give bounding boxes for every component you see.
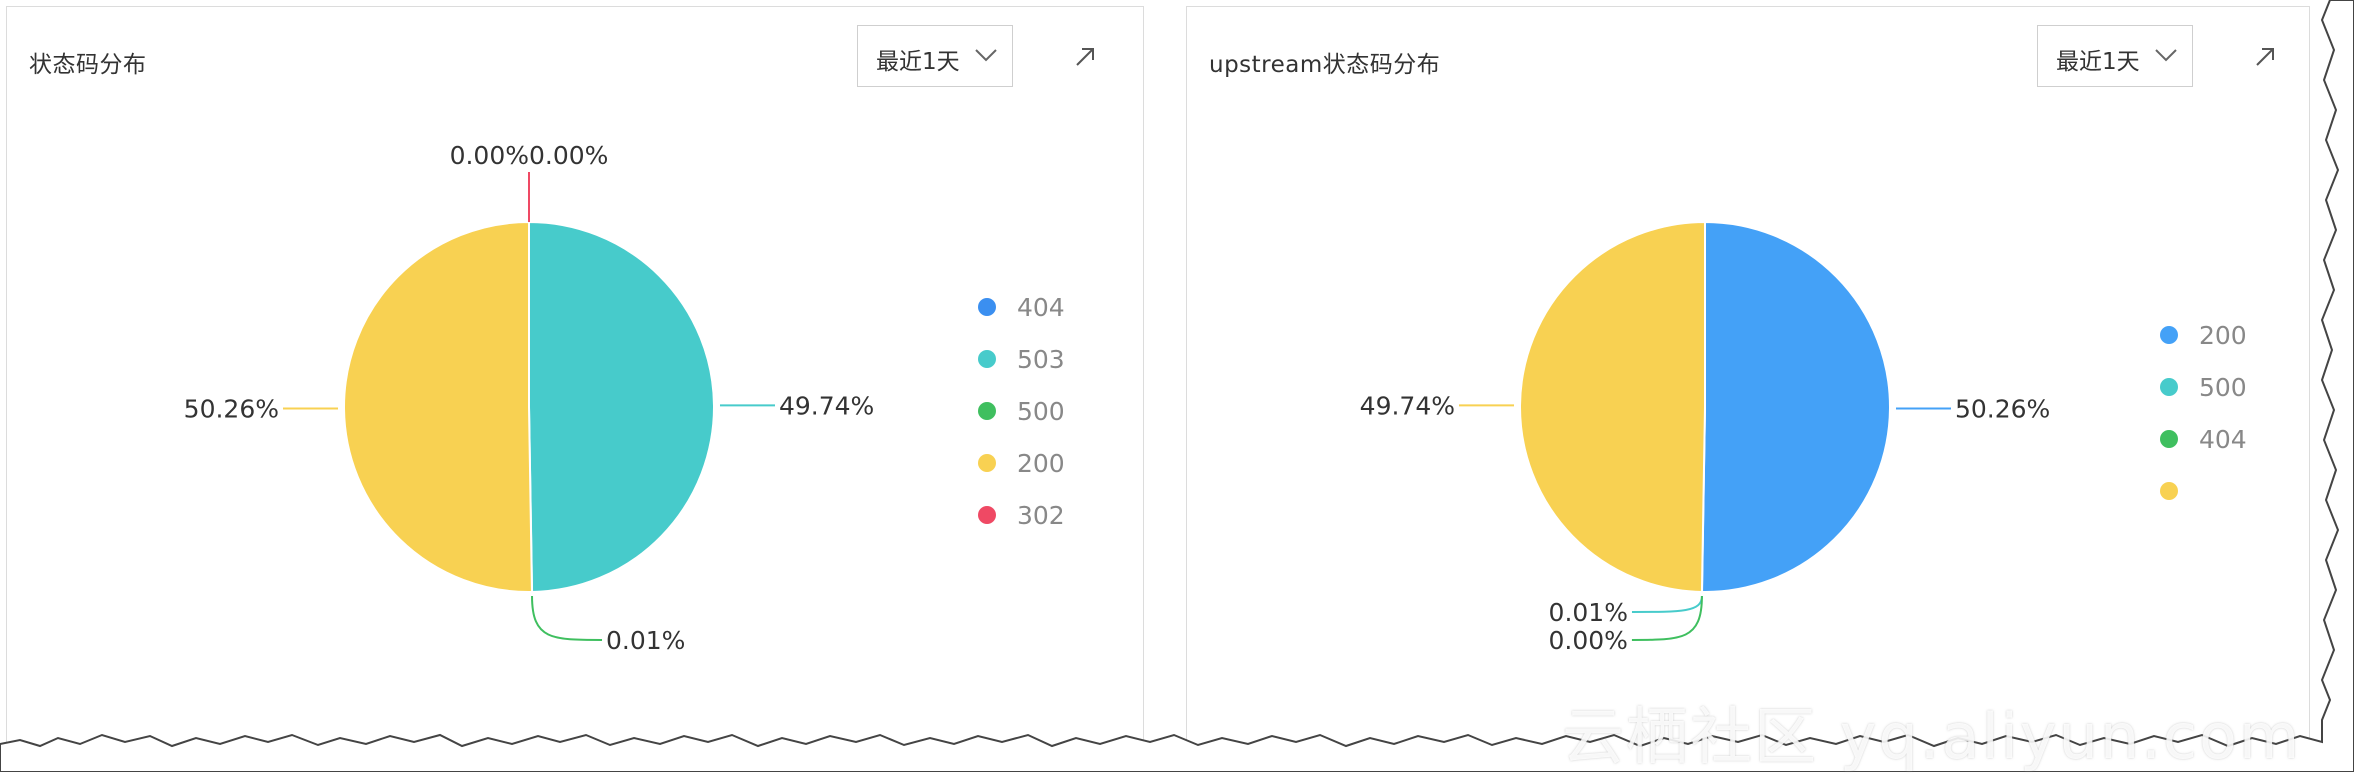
slice-percentage-label: 0.01% — [606, 626, 685, 655]
pie-slice-200[interactable] — [1701, 220, 1892, 593]
legend-marker[interactable] — [978, 454, 996, 472]
slice-percentage-label: 0.00% — [450, 141, 529, 170]
pie-slice-503[interactable] — [528, 220, 715, 593]
legend-marker[interactable] — [978, 298, 996, 316]
legend-marker[interactable] — [978, 506, 996, 524]
slice-percentage-label: 49.74% — [1360, 391, 1455, 420]
legend-label[interactable]: 302 — [1017, 501, 1065, 530]
chart-panel-upstream-status-codes: upstream状态码分布 最近1天 50.26% 49.74% 0.01% 0.00… — [1186, 6, 2310, 766]
legend-label[interactable]: 404 — [2199, 425, 2247, 454]
chart-panel-status-codes: 状态码分布 最近1天 49.74% 50.26% 0.00% 0.01% 0.00% 40… — [6, 6, 1144, 766]
pie-slice-unlabeled[interactable] — [1519, 220, 1706, 593]
legend-marker[interactable] — [978, 402, 996, 420]
legend-label[interactable]: 200 — [2199, 321, 2247, 350]
slice-percentage-label: 49.74% — [779, 391, 874, 420]
legend-marker[interactable] — [2160, 430, 2178, 448]
legend-label[interactable]: 503 — [1017, 345, 1065, 374]
pie-chart-status-codes: 49.74% 50.26% 0.00% 0.01% 0.00% 404 503 500 200 3… — [184, 141, 1065, 655]
slice-percentage-label: 0.01% — [1549, 598, 1628, 627]
legend-marker[interactable] — [978, 350, 996, 368]
legend-label[interactable]: 500 — [1017, 397, 1065, 426]
legend-marker[interactable] — [2160, 378, 2178, 396]
label-leader-line — [531, 595, 603, 641]
pie-slice-200[interactable] — [342, 220, 533, 593]
pie-chart-upstream-status-codes: 50.26% 49.74% 0.01%0.00% 200 500 404 — [1360, 220, 2247, 655]
slice-percentage-label: 50.26% — [184, 395, 279, 424]
legend-marker[interactable] — [2160, 326, 2178, 344]
slice-percentage-label: 0.00% — [529, 141, 608, 170]
watermark: 云栖社区 yq.aliyun.com — [1562, 700, 2302, 773]
legend-label[interactable]: 500 — [2199, 373, 2247, 402]
legend-label[interactable]: 404 — [1017, 293, 1065, 322]
slice-percentage-label: 0.00% — [1548, 626, 1627, 655]
slice-percentage-label: 50.26% — [1955, 395, 2050, 424]
label-leader-line — [1631, 595, 1703, 641]
legend-marker[interactable] — [2160, 482, 2178, 500]
label-leader-line — [1631, 595, 1703, 613]
legend-label[interactable]: 200 — [1017, 449, 1065, 478]
